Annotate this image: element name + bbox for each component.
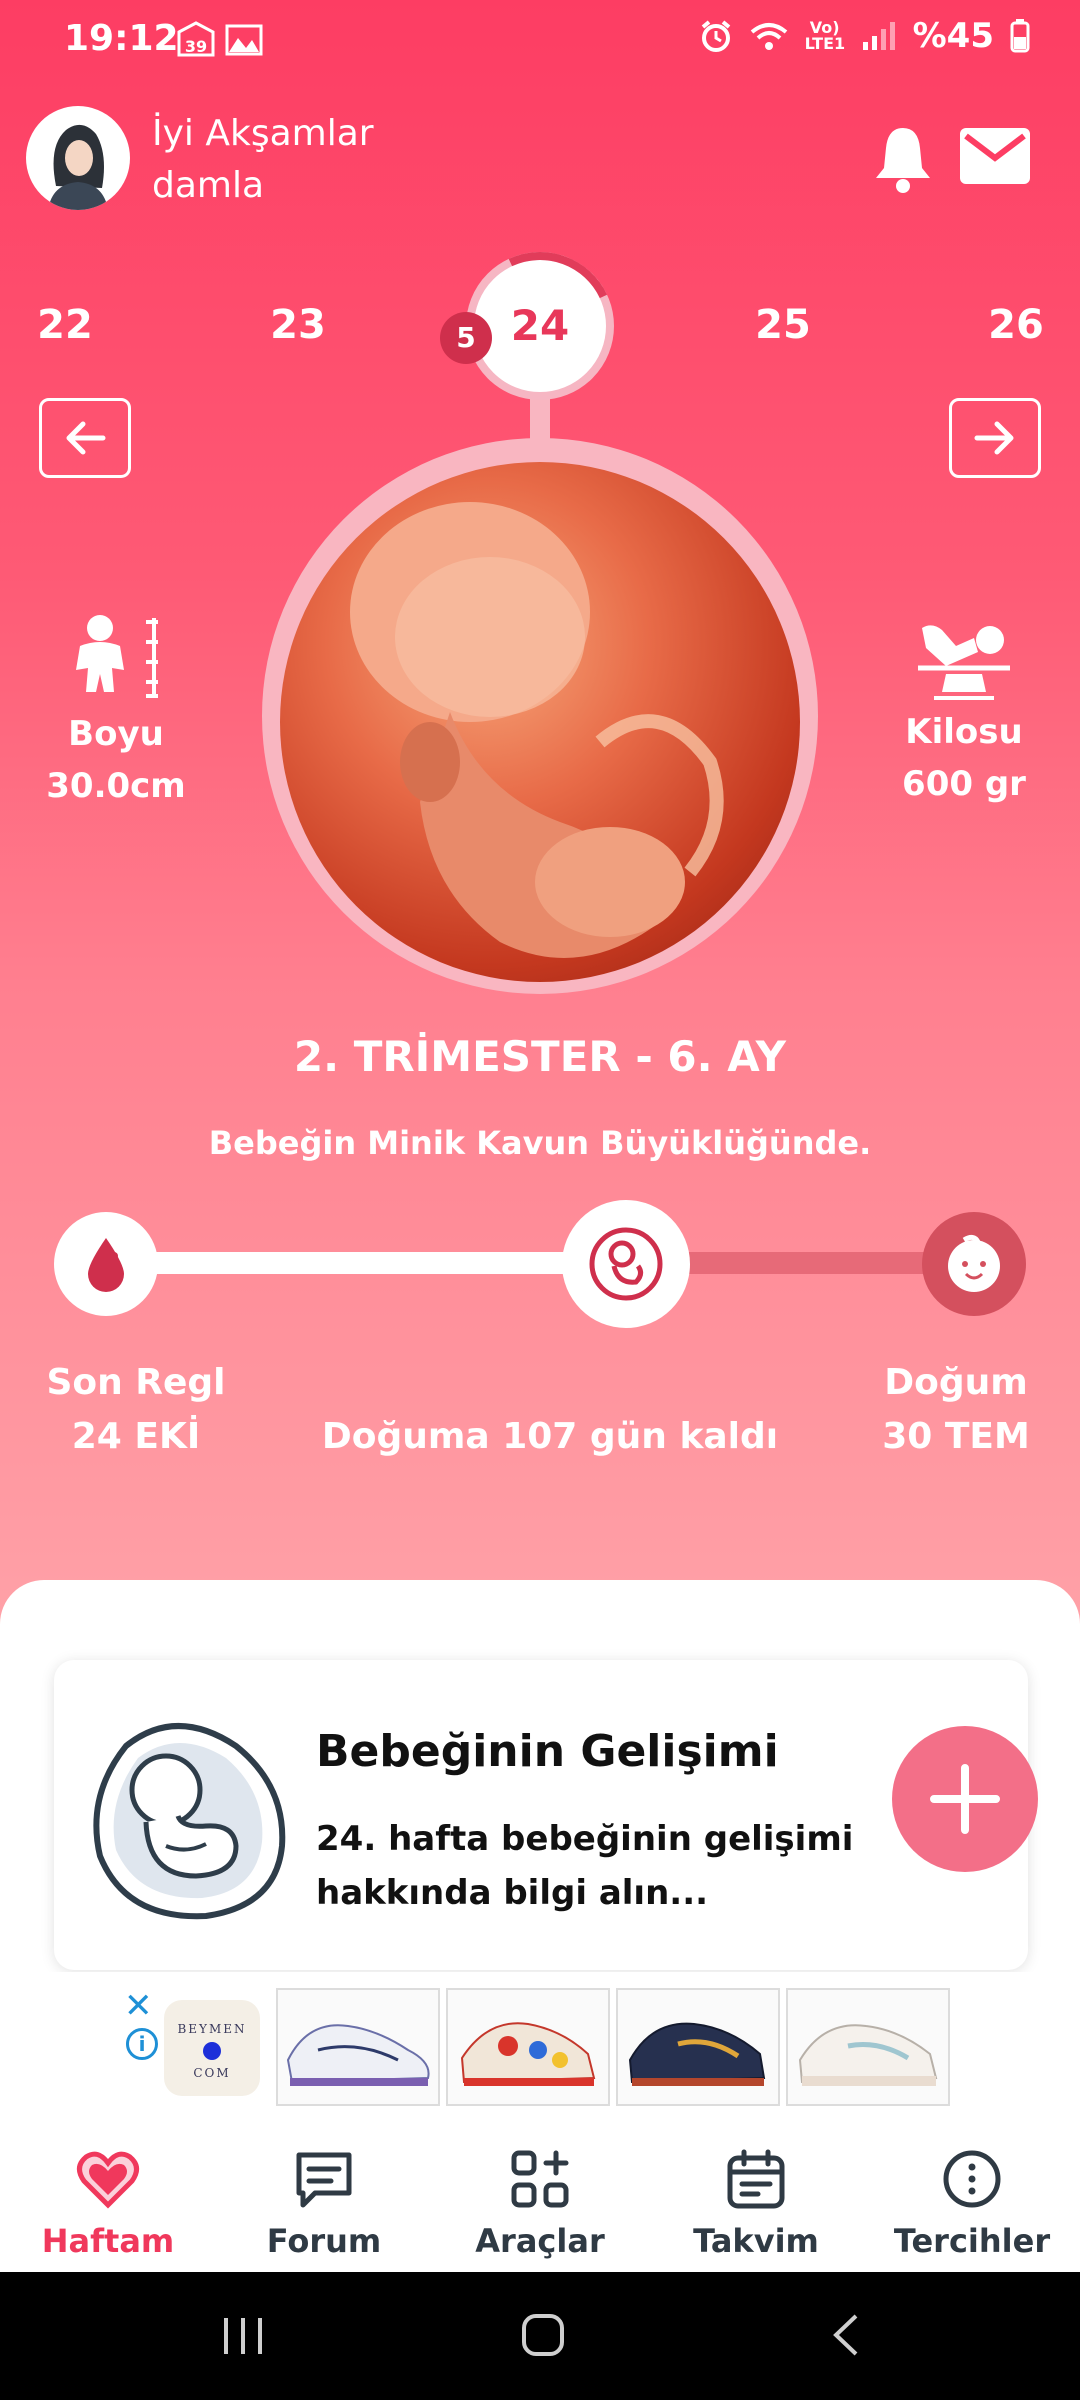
arrow-left-icon [66,421,106,455]
baby-height-icon [76,615,158,698]
last-period-node [54,1212,158,1316]
more-vertical-icon [943,2150,1001,2208]
gallery-icon [225,24,263,56]
ad-info-icon[interactable]: i [126,2028,158,2060]
ad-product-1[interactable] [276,1988,440,2106]
week-23[interactable]: 23 [248,302,348,348]
signal-icon [862,22,895,50]
last-period-date: 24 EKİ [71,1416,201,1457]
volte-indicator: Vo) LTE1 [804,18,846,53]
bell-icon[interactable] [872,124,934,194]
weight-label: Kilosu [905,712,1023,752]
length-value: 30.0cm [46,766,186,806]
greeting-block: İyi Akşamlar damla [152,108,374,212]
fetus-illustration [350,502,724,958]
blood-drop-icon [88,1238,124,1292]
trimester-title: 2. TRİMESTER - 6. AY [293,1032,787,1081]
fetus-outline-icon [93,1723,286,1920]
nav-tercihler[interactable]: Tercihler [872,2144,1072,2260]
ad-brand-logo[interactable]: BEYMEN COM [164,2000,260,2096]
fetus-icon [589,1227,663,1301]
heart-icon [77,2151,139,2209]
sneaker-image [460,2022,596,2086]
current-progress-node [562,1200,690,1328]
system-navigation-bar [0,2272,1080,2400]
length-stat: Boyu 30.0cm [36,612,196,812]
week-22[interactable]: 22 [15,302,115,348]
status-time: 19:12 [64,18,179,59]
ad-product-2[interactable] [446,1988,610,2106]
nav-tercihler-label: Tercihler [893,2222,1051,2260]
mail-icon[interactable] [960,128,1030,184]
add-button[interactable] [892,1726,1038,1872]
nav-takvim-label: Takvim [693,2222,819,2260]
arrow-right-icon [974,421,1014,455]
ad-close-icon[interactable]: ✕ [124,1986,153,2026]
plus-icon [930,1764,1000,1834]
ad-brand-dot [203,2042,221,2060]
user-name: damla [152,165,265,206]
calendar-39-icon: 39 [177,21,215,57]
tools-grid-icon [511,2150,569,2208]
card-description: 24. hafta bebeğinin gelişimi hakkında bi… [316,1819,854,1913]
ad-product-4[interactable] [786,1988,950,2106]
ad-brand-line2: COM [193,2066,231,2080]
last-period-label: Son Regl [46,1362,226,1403]
fetus-image[interactable] [280,462,800,982]
baby-size-text: Bebeğin Minik Kavun Büyüklüğünde. [208,1124,872,1162]
nav-araclar-label: Araçlar [475,2222,605,2260]
user-avatar-icon [48,124,108,210]
day-badge: 5 [440,312,492,364]
baby-face-icon [948,1234,1000,1292]
nav-haftam[interactable]: Haftam [8,2144,208,2260]
calendar-icon [727,2149,785,2209]
chat-icon [296,2152,352,2208]
prev-week-button[interactable] [39,398,131,478]
pregnancy-progress-fill [104,1252,626,1274]
birth-block: Doğum 30 TEM [866,1356,1046,1464]
baby-scale-icon [918,625,1010,700]
battery-percent: %45 [912,16,994,56]
status-bar: 19:12 39 Vo) LTE1 %45 [0,0,1080,80]
ad-brand-line1: BEYMEN [177,2022,247,2036]
home-icon[interactable] [520,2312,566,2358]
battery-icon [1010,19,1030,53]
avatar[interactable] [26,106,130,210]
nav-forum-label: Forum [266,2222,382,2260]
days-remaining: Doğuma 107 gün kaldı [321,1416,779,1457]
greeting-text: İyi Akşamlar [152,113,374,154]
birth-node [922,1212,1026,1316]
week-25[interactable]: 25 [733,302,833,348]
alarm-icon [701,20,730,52]
next-week-button[interactable] [949,398,1041,478]
card-title: Bebeğinin Gelişimi [316,1726,779,1777]
sneaker-image [628,2022,766,2086]
svg-text:39: 39 [185,37,207,56]
nav-takvim[interactable]: Takvim [656,2144,856,2260]
weight-stat: Kilosu 600 gr [884,618,1044,810]
weight-value: 600 gr [902,764,1026,804]
wifi-icon [750,23,787,50]
last-period-block: Son Regl 24 EKİ [36,1356,236,1464]
length-label: Boyu [68,714,164,754]
nav-araclar[interactable]: Araçlar [440,2144,640,2260]
notification-icons: 39 [176,20,264,58]
current-week: 24 [510,301,570,350]
birth-label: Doğum [884,1362,1028,1403]
sneaker-image [798,2024,938,2086]
nav-forum[interactable]: Forum [224,2144,424,2260]
ad-product-3[interactable] [616,1988,780,2106]
nav-haftam-label: Haftam [41,2222,175,2260]
birth-date: 30 TEM [882,1416,1030,1457]
week-26[interactable]: 26 [966,302,1066,348]
recent-apps-icon[interactable] [220,2316,266,2356]
sneaker-image [286,2024,430,2086]
back-icon[interactable] [830,2312,860,2358]
